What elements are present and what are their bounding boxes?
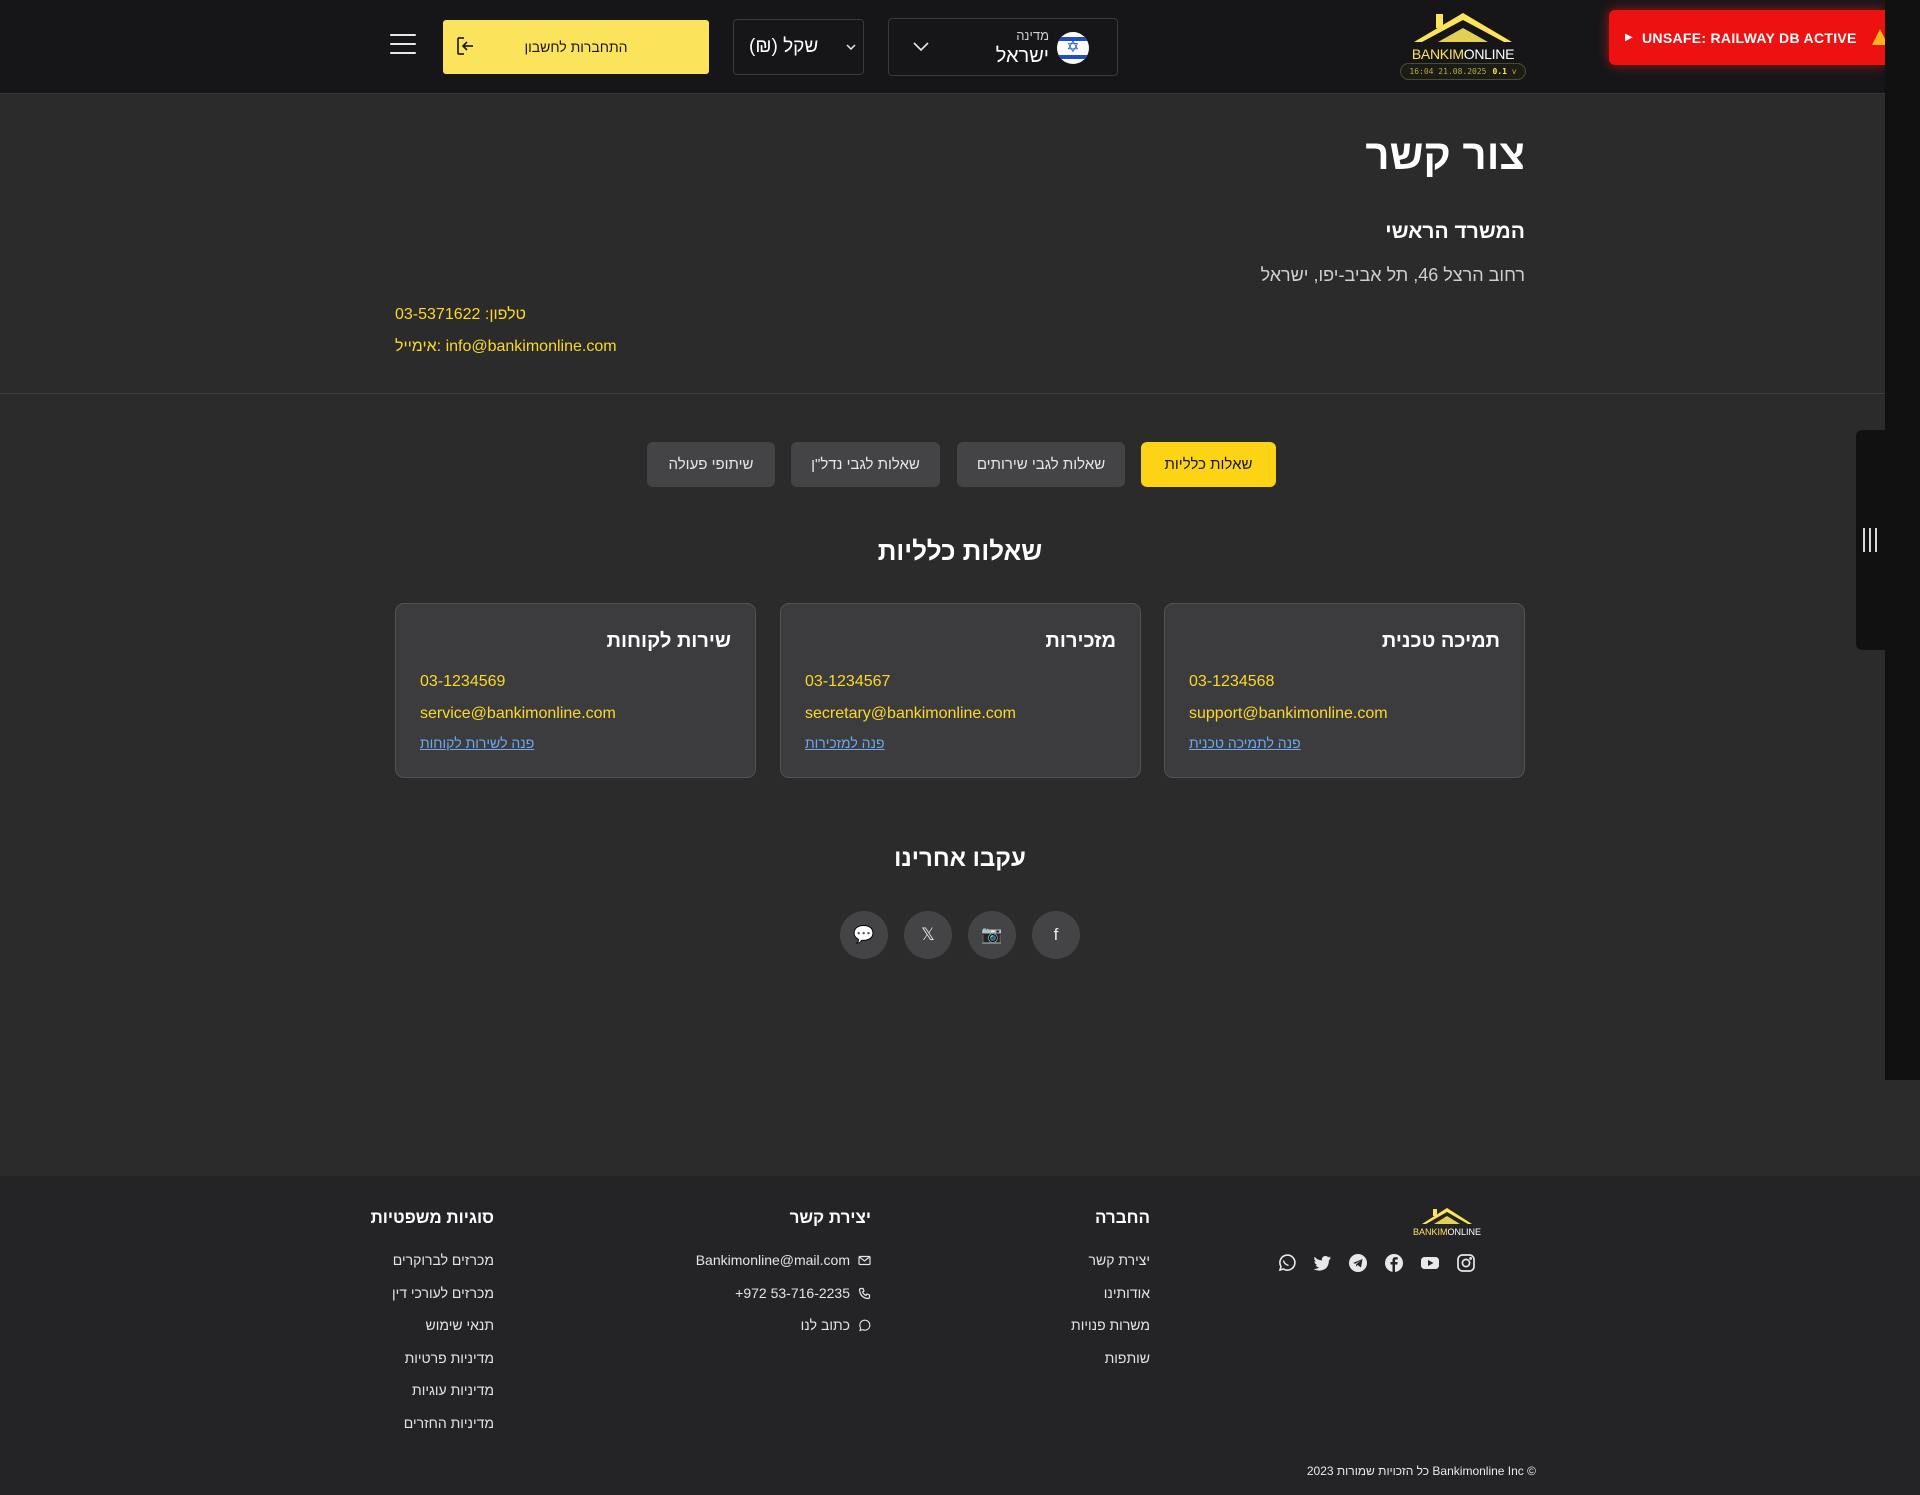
site-footer: BANKIMONLINE החברה יצירת קשר אודותינו מש…: [0, 1176, 1920, 1495]
footer-write-us-link[interactable]: כתוב לנו: [696, 1317, 871, 1350]
footer-phone-link[interactable]: +972 53-716-2235: [696, 1285, 871, 1318]
play-icon: ▶: [1625, 32, 1633, 43]
footer-legal-column: סוגיות משפטיות מכרזים לברוקרים מכרזים לע…: [371, 1208, 494, 1447]
tab-service-questions[interactable]: שאלות לגבי שירותים: [957, 442, 1125, 487]
card-phone-link[interactable]: 03-1234569: [420, 673, 505, 691]
footer-link-jobs[interactable]: משרות פנויות: [1071, 1317, 1150, 1350]
section-divider: [0, 393, 1885, 394]
footer-email-link[interactable]: Bankimonline@mail.com: [696, 1252, 871, 1285]
facebook-icon[interactable]: f: [1032, 911, 1080, 959]
card-title: תמיכה טכנית: [1381, 630, 1500, 652]
warning-text: UNSAFE: RAILWAY DB ACTIVE: [1642, 29, 1857, 46]
currency-select[interactable]: (₪) שקל: [733, 19, 864, 75]
card-title: שירות לקוחות: [606, 630, 731, 652]
unsafe-warning-banner[interactable]: ▶ UNSAFE: RAILWAY DB ACTIVE: [1609, 10, 1888, 65]
build-badge: 16:04 21.08.2025 0.1 v: [1400, 63, 1526, 80]
question-tabs: שאלות כלליות שאלות לגבי שירותים שאלות לג…: [645, 442, 1276, 487]
login-icon: [457, 37, 473, 55]
brand-name: BANKIMONLINE: [1411, 46, 1515, 62]
build-version: 0.1: [1492, 67, 1507, 76]
section-title: שאלות כלליות: [877, 536, 1043, 566]
top-header: התחברות לחשבון (₪) שקל מדינה ישראל ✡ BAN…: [0, 0, 1888, 94]
build-time: 16:04 21.08.2025: [1409, 67, 1487, 76]
footer-company-column: החברה יצירת קשר אודותינו משרות פנויות שו…: [1071, 1208, 1150, 1382]
whatsapp-icon[interactable]: [1276, 1253, 1296, 1273]
footer-email-text: Bankimonline@mail.com: [695, 1252, 850, 1268]
card-contact-link[interactable]: פנה למזכירות: [805, 735, 885, 751]
footer-link-lawyer-tenders[interactable]: מכרזים לעורכי דין: [371, 1285, 494, 1318]
tab-partnerships[interactable]: שיתופי פעולה: [647, 442, 775, 487]
footer-link-privacy[interactable]: מדיניות פרטיות: [371, 1350, 494, 1383]
footer-link-terms[interactable]: תנאי שימוש: [371, 1317, 495, 1350]
office-phone-link[interactable]: טלפון: 03-5371622: [395, 306, 526, 324]
card-email-link[interactable]: service@bankimonline.com: [420, 705, 616, 723]
footer-phone-text: +972 53-716-2235: [735, 1284, 850, 1301]
card-phone-link[interactable]: 03-1234567: [805, 673, 890, 691]
footer-contact-column: יצירת קשר Bankimonline@mail.com +972 53-…: [696, 1208, 871, 1350]
footer-link-broker-tenders[interactable]: מכרזים לברוקרים: [371, 1252, 494, 1285]
card-phone-link[interactable]: 03-1234568: [1189, 673, 1274, 691]
country-label: מדינה: [1016, 28, 1049, 43]
phone-icon: [858, 1287, 871, 1299]
whatsapp-icon: [859, 1319, 871, 1332]
instagram-icon[interactable]: 📷: [968, 911, 1016, 959]
youtube-icon[interactable]: [1420, 1253, 1440, 1273]
hamburger-menu-icon[interactable]: [390, 34, 416, 56]
tab-general-questions[interactable]: שאלות כלליות: [1141, 442, 1276, 487]
mail-icon: [858, 1255, 871, 1266]
contact-card-secretary: מזכירות 03-1234567 secretary@bankimonlin…: [780, 603, 1141, 778]
tab-real-estate-questions[interactable]: שאלות לגבי נדל"ן: [791, 442, 940, 487]
country-select[interactable]: מדינה ישראל ✡: [888, 18, 1118, 76]
card-contact-link[interactable]: פנה לתמיכה טכנית: [1189, 735, 1301, 751]
contact-card-tech-support: תמיכה טכנית 03-1234568 support@bankimonl…: [1164, 603, 1525, 778]
footer-link-cookies[interactable]: מדיניות עוגיות: [371, 1382, 494, 1415]
office-title: המשרד הראשי: [1385, 220, 1525, 243]
login-button-label: התחברות לחשבון: [524, 39, 628, 55]
footer-brand-name: BANKIMONLINE: [1413, 1227, 1482, 1237]
card-contact-link[interactable]: פנה לשירות לקוחות: [420, 735, 534, 751]
footer-link-partnership[interactable]: שותפות: [1071, 1350, 1150, 1383]
footer-legal-title: סוגיות משפטיות: [370, 1208, 494, 1227]
currency-value: (₪) שקל: [749, 36, 819, 57]
card-email-link[interactable]: secretary@bankimonline.com: [805, 705, 1016, 723]
brand-logo[interactable]: BANKIMONLINE 16:04 21.08.2025 0.1 v: [1400, 10, 1526, 82]
chat-icon[interactable]: 💬: [840, 911, 888, 959]
footer-link-contact[interactable]: יצירת קשר: [1071, 1252, 1150, 1285]
office-address: רחוב הרצל 46, תל אביב-יפו, ישראל: [1260, 265, 1525, 285]
footer-social-icons: [1276, 1253, 1476, 1273]
footer-link-refunds[interactable]: מדיניות החזרים: [371, 1415, 494, 1448]
card-title: מזכירות: [1045, 630, 1116, 652]
card-email-link[interactable]: support@bankimonline.com: [1189, 705, 1388, 723]
footer-link-about[interactable]: אודותינו: [1071, 1285, 1150, 1318]
page-title: צור קשר: [1365, 131, 1525, 178]
facebook-icon[interactable]: [1384, 1253, 1404, 1273]
house-roof-icon: [1422, 1208, 1472, 1224]
footer-company-title: החברה: [1094, 1208, 1150, 1227]
copyright-text: 2023 כל הזכויות שמורות Bankimonline Inc …: [1306, 1464, 1536, 1478]
chevron-down-icon: [846, 44, 856, 50]
footer-contact-title: יצירת קשר: [789, 1208, 871, 1227]
country-value: ישראל: [995, 45, 1049, 67]
telegram-icon[interactable]: [1348, 1253, 1368, 1273]
contact-card-customer-service: שירות לקוחות 03-1234569 service@bankimon…: [395, 603, 756, 778]
israel-flag-icon: ✡: [1057, 32, 1089, 64]
house-roof-icon: [1414, 13, 1512, 42]
twitter-icon[interactable]: [1312, 1253, 1332, 1273]
follow-us-title: עקבו אחרינו: [894, 845, 1026, 872]
instagram-icon[interactable]: [1456, 1253, 1476, 1273]
x-twitter-icon[interactable]: 𝕏: [904, 911, 952, 959]
office-email-link[interactable]: אימייל: info@bankimonline.com: [395, 338, 617, 356]
footer-brand-logo[interactable]: BANKIMONLINE: [1413, 1206, 1481, 1240]
footer-write-us-text: כתוב לנו: [800, 1317, 850, 1333]
chevron-down-icon: [913, 42, 929, 52]
login-button[interactable]: התחברות לחשבון: [443, 20, 709, 74]
